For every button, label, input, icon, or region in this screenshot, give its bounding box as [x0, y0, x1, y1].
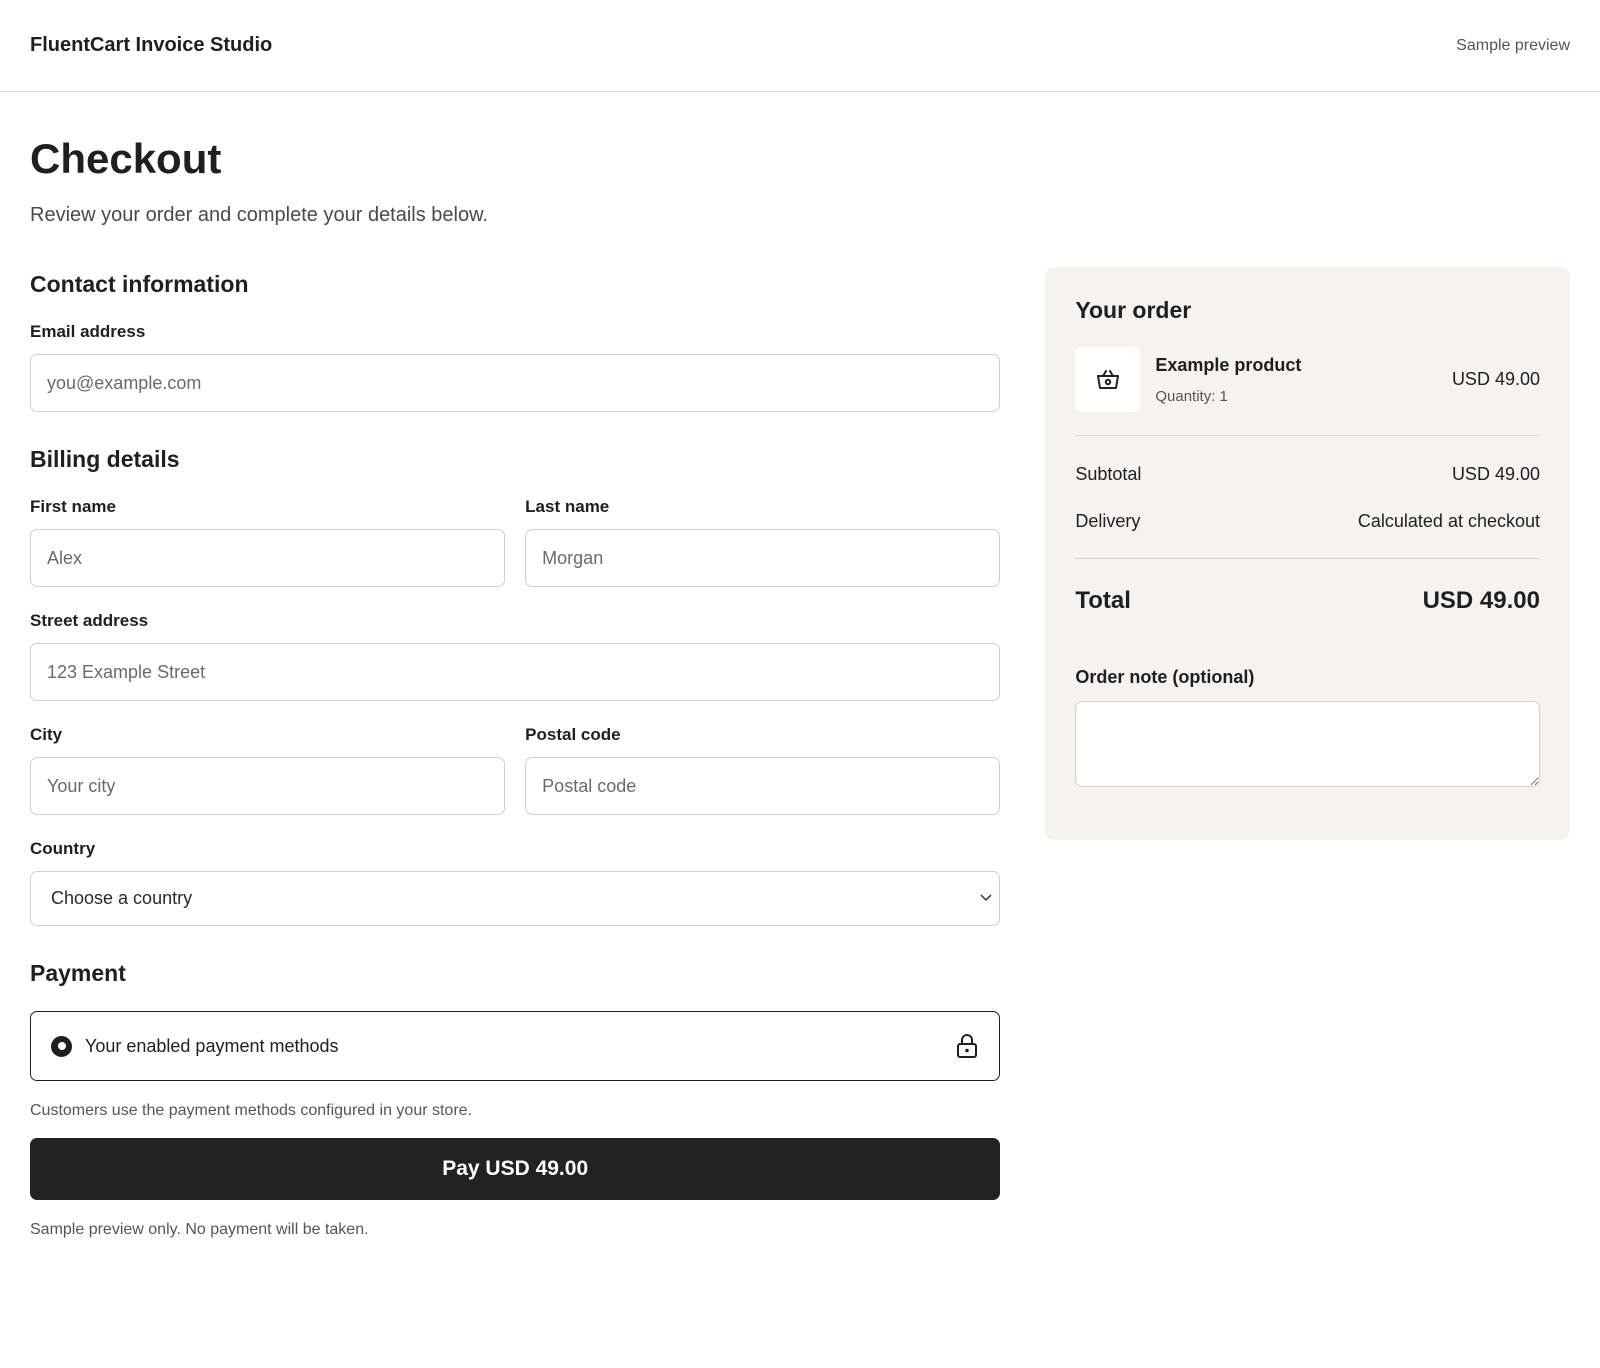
- payment-section-title: Payment: [30, 960, 126, 987]
- product-price: USD 49.00: [1451, 369, 1540, 390]
- postal-label: Postal code: [525, 725, 621, 745]
- order-summary-panel: Your order Example product Quantity: 1 U…: [1045, 267, 1570, 841]
- total-row: Total USD 49.00: [1075, 587, 1540, 615]
- email-label: Email address: [30, 322, 146, 342]
- billing-section-title: Billing details: [30, 446, 180, 473]
- product-thumbnail: [1075, 347, 1141, 413]
- pay-button[interactable]: Pay USD 49.00: [30, 1138, 1001, 1201]
- basket-icon: [1096, 369, 1119, 389]
- checkout-page: Checkout Review your order and complete …: [0, 135, 1600, 1239]
- city-postal-row: City Postal code: [30, 701, 1001, 816]
- city-label: City: [30, 725, 63, 745]
- total-value: USD 49.00: [1422, 587, 1540, 615]
- delivery-label: Delivery: [1075, 511, 1141, 532]
- city-field[interactable]: [30, 757, 506, 816]
- order-note-label: Order note (optional): [1075, 667, 1255, 688]
- subtotal-label: Subtotal: [1075, 464, 1142, 485]
- payment-method-option[interactable]: Your enabled payment methods: [30, 1011, 1001, 1082]
- sample-notice: Sample preview only. No payment will be …: [30, 1221, 369, 1239]
- first-name-field[interactable]: [30, 529, 506, 588]
- name-row: First name Last name: [30, 473, 1001, 588]
- brand-title: FluentCart Invoice Studio: [30, 34, 273, 56]
- delivery-row: Delivery Calculated at checkout: [1075, 511, 1540, 532]
- street-field[interactable]: [30, 643, 1001, 702]
- last-name-field[interactable]: [525, 529, 1001, 588]
- postal-field-group: Postal code: [525, 701, 1001, 816]
- payment-note: Customers use the payment methods config…: [30, 1102, 472, 1120]
- order-title: Your order: [1075, 297, 1192, 324]
- product-info: Example product Quantity: 1: [1155, 355, 1452, 405]
- email-field[interactable]: [30, 354, 1001, 413]
- product-name: Example product: [1155, 354, 1302, 375]
- first-name-label: First name: [30, 497, 116, 517]
- contact-section-title: Contact information: [30, 271, 249, 298]
- city-field-group: City: [30, 701, 506, 816]
- delivery-value: Calculated at checkout: [1357, 511, 1540, 532]
- street-label: Street address: [30, 611, 149, 631]
- product-quantity: Quantity: 1: [1155, 387, 1228, 405]
- last-name-field-group: Last name: [525, 473, 1001, 588]
- divider: [1075, 435, 1540, 437]
- page-subtitle: Review your order and complete your deta…: [30, 204, 489, 227]
- last-name-label: Last name: [525, 497, 610, 517]
- country-select-value: Choose a country: [30, 871, 1001, 927]
- subtotal-value: USD 49.00: [1451, 464, 1540, 485]
- order-item: Example product Quantity: 1 USD 49.00: [1075, 347, 1540, 413]
- subtotal-row: Subtotal USD 49.00: [1075, 464, 1540, 485]
- page-title: Checkout: [30, 135, 222, 182]
- divider: [1075, 558, 1540, 560]
- country-select[interactable]: Choose a country: [30, 871, 1001, 927]
- total-label: Total: [1075, 587, 1131, 615]
- order-note-field[interactable]: [1075, 701, 1540, 788]
- top-bar: FluentCart Invoice Studio Sample preview: [0, 0, 1600, 92]
- country-label: Country: [30, 839, 96, 859]
- checkout-form: Contact information Email address Billin…: [30, 267, 1001, 1239]
- first-name-field-group: First name: [30, 473, 506, 588]
- radio-dot: [57, 1042, 66, 1051]
- sample-preview-label: Sample preview: [1456, 36, 1570, 54]
- chevron-down-icon: [980, 894, 992, 902]
- postal-field[interactable]: [525, 757, 1001, 816]
- payment-method-label: Your enabled payment methods: [85, 1035, 339, 1056]
- checkout-layout: Contact information Email address Billin…: [30, 267, 1570, 1239]
- order-summary-column: Your order Example product Quantity: 1 U…: [1045, 267, 1570, 1239]
- payment-radio[interactable]: [51, 1035, 72, 1057]
- lock-icon: [957, 1034, 978, 1059]
